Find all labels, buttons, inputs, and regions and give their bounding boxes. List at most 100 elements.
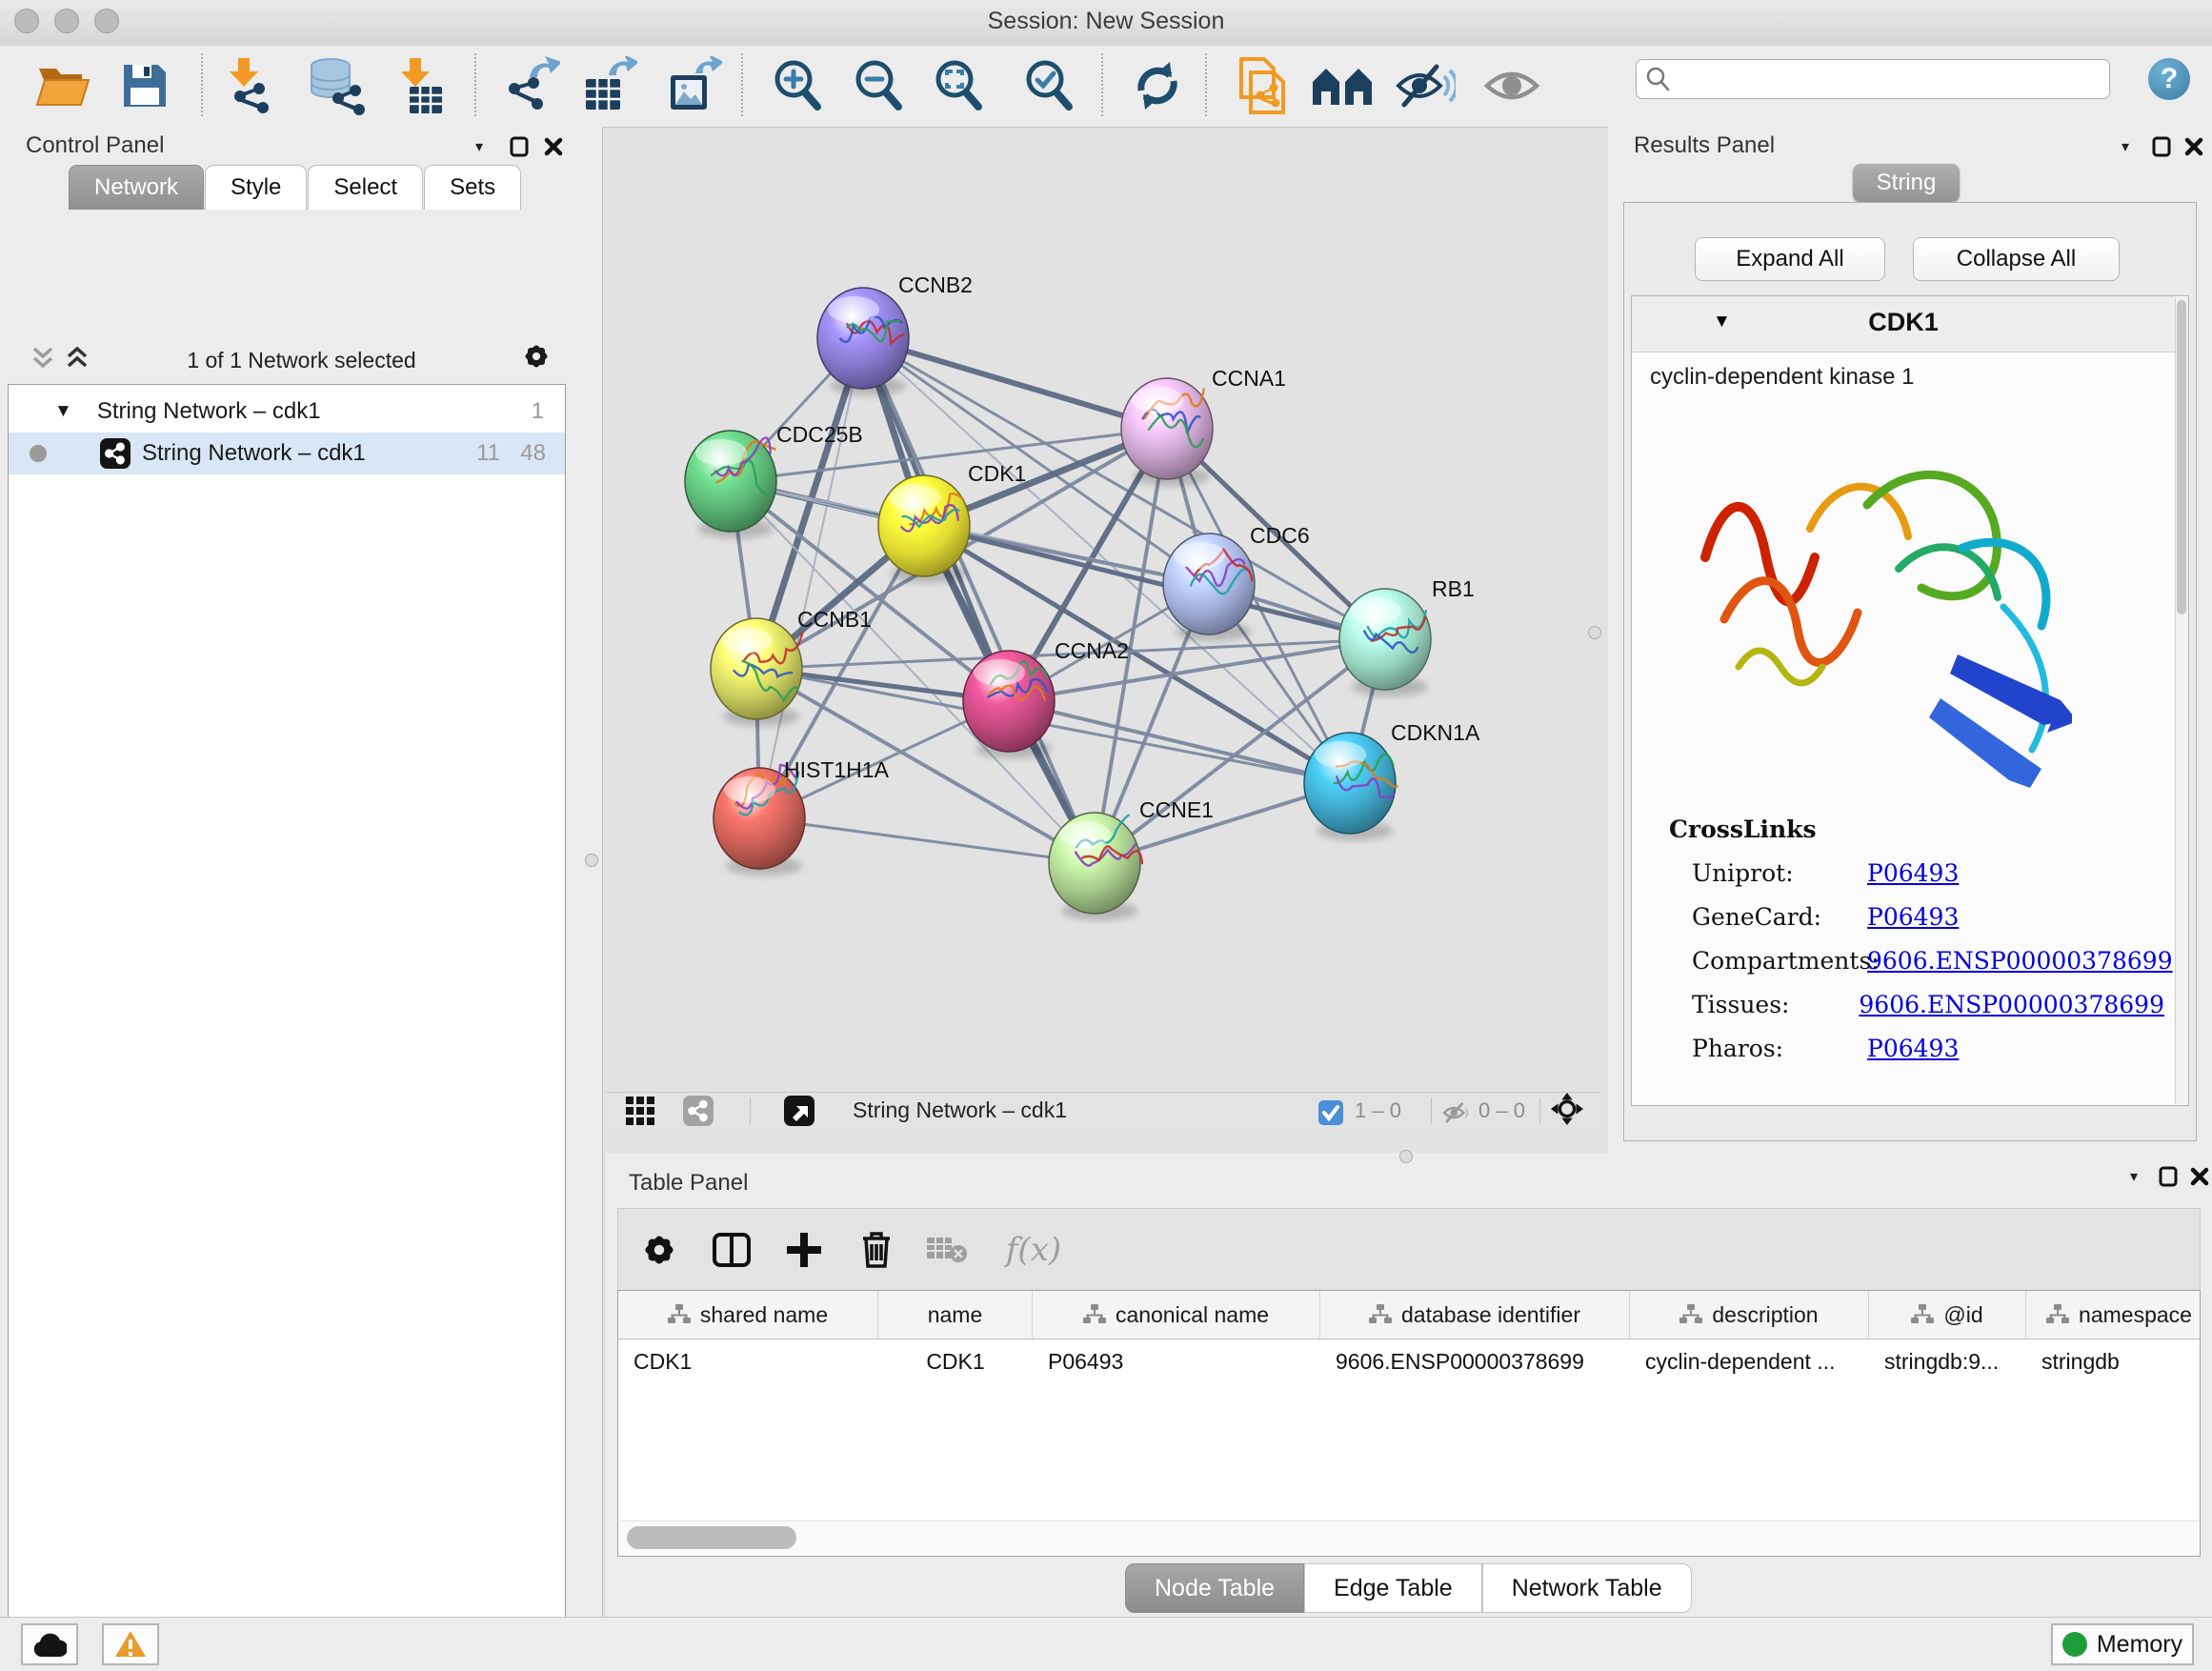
panel-menu-icon[interactable]: ▾	[2120, 1164, 2148, 1189]
edge-HIST1H1A-CCNE1[interactable]	[759, 818, 1095, 863]
node-table[interactable]: shared namenamecanonical namedatabase id…	[617, 1290, 2201, 1557]
help-icon[interactable]: ?	[2148, 58, 2190, 100]
zoom-in-icon[interactable]	[765, 53, 830, 118]
table-settings-gear-icon[interactable]	[634, 1227, 684, 1273]
results-scroll-thumb[interactable]	[2177, 300, 2186, 614]
results-tab-string[interactable]: String	[1853, 164, 1960, 202]
float-panel-icon[interactable]	[2154, 1164, 2182, 1189]
export-table-icon[interactable]	[575, 53, 640, 118]
node-CDC25B[interactable]: CDC25B	[685, 422, 863, 538]
close-panel-icon[interactable]	[2180, 134, 2208, 159]
close-panel-icon[interactable]	[539, 134, 568, 159]
edge-CCNA2-CDKN1A[interactable]	[1009, 701, 1350, 783]
network-collection-row[interactable]: ▼ String Network – cdk1 1	[9, 391, 565, 433]
node-CCNB2[interactable]: CCNB2	[817, 272, 973, 395]
node-label-CCNA1: CCNA1	[1212, 366, 1286, 391]
crosslink-link[interactable]: P06493	[1867, 859, 1959, 887]
gene-entry-header[interactable]: ▼ CDK1	[1632, 296, 2175, 352]
refresh-layout-icon[interactable]	[1125, 53, 1190, 118]
export-image-icon[interactable]	[660, 53, 725, 118]
edge-CDK1-RB1[interactable]	[924, 526, 1385, 639]
node-RB1[interactable]: RB1	[1339, 576, 1475, 696]
zoom-selected-icon[interactable]	[1016, 53, 1081, 118]
hide-selected-icon[interactable]	[1393, 53, 1458, 118]
import-network-file-icon[interactable]	[214, 53, 279, 118]
crosslink-label: Uniprot:	[1669, 859, 1867, 887]
open-in-window-icon[interactable]	[783, 1096, 815, 1126]
delete-table-icon[interactable]	[922, 1227, 972, 1273]
column-header-shared-name[interactable]: shared name	[618, 1291, 878, 1339]
tab-edge-table[interactable]: Edge Table	[1304, 1563, 1482, 1613]
column-header-name[interactable]: name	[878, 1291, 1033, 1339]
results-scrollbar[interactable]	[2175, 297, 2188, 1104]
crosslink-link[interactable]: 9606.ENSP00000378699	[1867, 947, 2173, 975]
edges	[731, 338, 1385, 863]
node-CCNA1[interactable]: CCNA1	[1121, 366, 1286, 486]
crosslink-link[interactable]: P06493	[1867, 1035, 1959, 1062]
close-panel-icon[interactable]	[2185, 1164, 2212, 1189]
import-network-database-icon[interactable]	[304, 53, 369, 118]
shared-column-icon	[1083, 1304, 1106, 1325]
float-panel-icon[interactable]	[505, 134, 533, 159]
edge-CCNB2-HIST1H1A[interactable]	[759, 338, 863, 818]
search-field[interactable]	[1680, 66, 2109, 92]
float-panel-icon[interactable]	[2147, 134, 2176, 159]
column-header--id[interactable]: @id	[1869, 1291, 2026, 1339]
column-header-database-identifier[interactable]: database identifier	[1320, 1291, 1630, 1339]
cloud-status-button[interactable]	[21, 1623, 78, 1665]
zoom-out-icon[interactable]	[846, 53, 911, 118]
tab-network-table[interactable]: Network Table	[1482, 1563, 1692, 1613]
selected-checkbox[interactable]	[1315, 1097, 1347, 1128]
panel-menu-icon[interactable]: ▾	[465, 134, 493, 159]
column-header-canonical-name[interactable]: canonical name	[1033, 1291, 1320, 1339]
grid-view-icon[interactable]	[624, 1096, 656, 1126]
node-CCNB1[interactable]: CCNB1	[711, 607, 872, 726]
left-splitter-handle[interactable]	[585, 854, 598, 867]
zoom-fit-icon[interactable]	[926, 53, 991, 118]
network-canvas[interactable]: CCNB2CCNA1CDC25BCDK1CDC6RB1CCNB1CCNA2CDK…	[606, 127, 1600, 1092]
title-bar: Session: New Session	[0, 0, 2212, 47]
collapse-all-button[interactable]: Collapse All	[1913, 237, 2120, 281]
crosslink-link[interactable]: 9606.ENSP00000378699	[1859, 991, 2164, 1018]
column-header-description[interactable]: description	[1630, 1291, 1869, 1339]
show-columns-icon[interactable]	[707, 1227, 756, 1273]
right-splitter-handle[interactable]	[1588, 626, 1601, 639]
network-options-gear-icon[interactable]	[522, 344, 551, 369]
tab-select[interactable]: Select	[308, 165, 423, 210]
edge-CCNB2-CCNE1[interactable]	[863, 338, 1095, 863]
node-HIST1H1A[interactable]: HIST1H1A	[714, 757, 890, 876]
table-row[interactable]: CDK1CDK1P064939606.ENSP00000378699cyclin…	[618, 1339, 2200, 1383]
import-table-icon[interactable]	[385, 53, 450, 118]
search-input[interactable]	[1636, 59, 2110, 99]
tab-style[interactable]: Style	[205, 165, 307, 210]
network-type-icon	[100, 438, 131, 469]
warnings-button[interactable]	[102, 1623, 159, 1665]
edge-CCNB2-CCNA1[interactable]	[863, 338, 1167, 429]
network-row[interactable]: String Network – cdk1 11 48	[9, 433, 565, 474]
open-session-icon[interactable]	[31, 53, 96, 118]
export-network-icon[interactable]	[498, 53, 563, 118]
save-session-icon[interactable]	[112, 53, 177, 118]
collapse-triangle-icon[interactable]: ▼	[54, 401, 72, 422]
table-scroll-thumb[interactable]	[627, 1526, 796, 1549]
panel-menu-icon[interactable]: ▾	[2111, 134, 2140, 159]
column-header-namespace[interactable]: namespace	[2026, 1291, 2201, 1339]
first-neighbors-icon[interactable]	[1310, 53, 1375, 118]
table-horizontal-scrollbar[interactable]	[619, 1520, 2199, 1554]
delete-column-icon[interactable]	[852, 1227, 901, 1273]
crosslink-link[interactable]: P06493	[1867, 903, 1959, 931]
tab-node-table[interactable]: Node Table	[1125, 1563, 1304, 1613]
birdseye-icon[interactable]	[1551, 1094, 1583, 1124]
share-view-icon[interactable]	[682, 1096, 714, 1126]
expand-all-button[interactable]: Expand All	[1695, 237, 1885, 281]
bottom-splitter-handle[interactable]	[1399, 1150, 1413, 1163]
duplicate-network-icon[interactable]	[1230, 53, 1295, 118]
function-builder-icon[interactable]: f(x)	[991, 1227, 1076, 1273]
tab-network[interactable]: Network	[69, 165, 204, 210]
crosslink-label: Tissues:	[1669, 991, 1859, 1018]
memory-button[interactable]: Memory	[2051, 1623, 2194, 1665]
node-CDKN1A[interactable]: CDKN1A	[1304, 720, 1480, 840]
add-column-icon[interactable]	[779, 1227, 829, 1273]
show-all-icon[interactable]	[1479, 53, 1544, 118]
tab-sets[interactable]: Sets	[424, 165, 521, 210]
